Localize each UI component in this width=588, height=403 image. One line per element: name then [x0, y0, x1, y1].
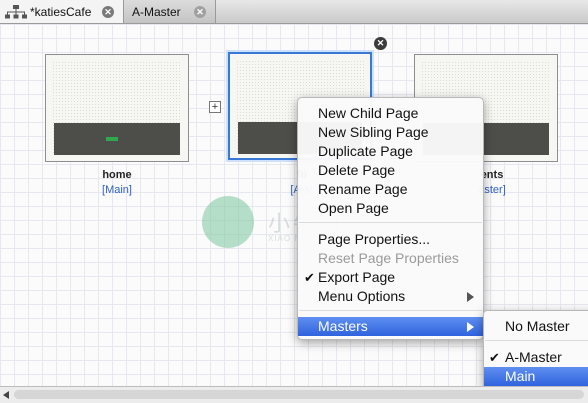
page-name: home	[102, 169, 132, 181]
page-master-link[interactable]: [Main]	[45, 184, 189, 196]
submenu-item-label: No Master	[505, 318, 570, 334]
menu-item-label: Rename Page	[318, 181, 408, 197]
menu-item-reset-page-properties: Reset Page Properties	[298, 249, 483, 268]
scrollbar-track[interactable]	[14, 390, 584, 399]
menu-item-delete-page[interactable]: Delete Page	[298, 161, 483, 180]
submenu-item-label: A-Master	[505, 349, 562, 365]
menu-item-label: Reset Page Properties	[318, 250, 459, 266]
menu-item-label: New Child Page	[318, 105, 419, 121]
tab-label: *katiesCafe	[30, 4, 92, 19]
menu-item-label: New Sibling Page	[318, 124, 429, 140]
tab-bar: *katiesCafe ✕ A-Master ✕	[0, 0, 588, 24]
menu-separator	[299, 310, 482, 311]
menu-item-new-child-page[interactable]: New Child Page	[298, 104, 483, 123]
menu-item-masters[interactable]: Masters	[298, 317, 483, 336]
sitemap-icon	[5, 4, 27, 18]
menu-item-open-page[interactable]: Open Page	[298, 199, 483, 218]
page-thumbnail-home[interactable]	[45, 54, 189, 162]
submenu-arrow-icon	[467, 292, 474, 302]
tab-a-master[interactable]: A-Master ✕	[124, 0, 216, 23]
menu-item-label: Page Properties...	[318, 231, 431, 247]
masters-submenu: No Master ✔ A-Master Main	[483, 310, 588, 390]
menu-item-page-properties[interactable]: Page Properties...	[298, 230, 483, 249]
submenu-item-label: Main	[505, 368, 536, 384]
menu-item-rename-page[interactable]: Rename Page	[298, 180, 483, 199]
thumbnail-header-band	[54, 123, 180, 155]
menu-item-label: Menu Options	[318, 288, 406, 304]
menu-item-new-sibling-page[interactable]: New Sibling Page	[298, 123, 483, 142]
checkmark-icon: ✔	[489, 350, 500, 365]
close-icon[interactable]: ✕	[102, 5, 114, 18]
close-icon[interactable]: ✕	[194, 5, 206, 18]
checkmark-icon: ✔	[304, 270, 315, 285]
menu-item-export-page[interactable]: ✔ Export Page	[298, 268, 483, 287]
scroll-left-arrow-icon[interactable]	[3, 391, 9, 399]
menu-separator	[485, 340, 588, 341]
submenu-item-no-master[interactable]: No Master	[484, 317, 588, 336]
horizontal-scrollbar[interactable]	[0, 386, 588, 403]
context-menu: New Child Page New Sibling Page Duplicat…	[297, 97, 484, 340]
add-page-button[interactable]: +	[209, 101, 221, 113]
menu-item-label: Masters	[318, 318, 368, 334]
menu-item-label: Delete Page	[318, 162, 396, 178]
delete-page-icon[interactable]: ✕	[374, 37, 387, 50]
tab-label: A-Master	[132, 4, 181, 19]
submenu-item-main[interactable]: Main	[484, 367, 588, 386]
menu-item-label: Open Page	[318, 200, 389, 216]
menu-separator	[299, 222, 482, 223]
watermark-logo	[202, 196, 254, 248]
logo-mark	[106, 137, 118, 141]
menu-item-menu-options[interactable]: Menu Options	[298, 287, 483, 306]
menu-item-label: Duplicate Page	[318, 143, 413, 159]
tab-katiescafe[interactable]: *katiesCafe ✕	[0, 0, 124, 23]
menu-item-duplicate-page[interactable]: Duplicate Page	[298, 142, 483, 161]
submenu-item-a-master[interactable]: ✔ A-Master	[484, 348, 588, 367]
menu-item-label: Export Page	[318, 269, 396, 285]
submenu-arrow-icon	[467, 322, 474, 332]
